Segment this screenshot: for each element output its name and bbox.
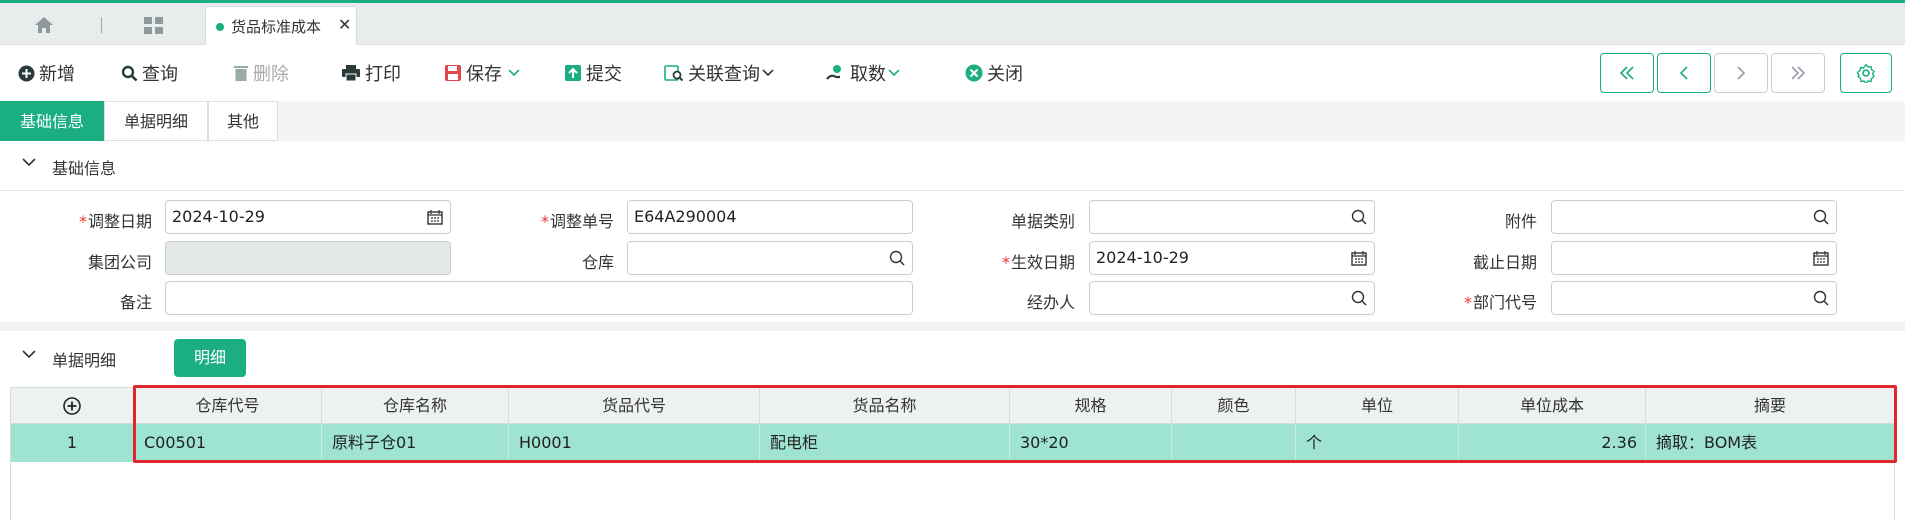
- plus-circle-icon: [18, 65, 35, 81]
- close-circle-icon: [965, 64, 983, 82]
- calendar-icon[interactable]: [427, 209, 443, 225]
- basic-info-form: *调整日期 2024-10-29 *调整单号 E64A290004 单据类别 附…: [0, 192, 1905, 322]
- close-button-label: 关闭: [987, 64, 1023, 85]
- add-button-label: 新增: [39, 64, 75, 85]
- tab-document-label: 货品标准成本: [231, 18, 322, 36]
- delete-button[interactable]: 删除: [233, 45, 289, 101]
- warehouse-field[interactable]: [627, 241, 913, 275]
- calendar-icon[interactable]: [1813, 250, 1829, 266]
- query-button-label: 查询: [142, 64, 178, 85]
- add-button[interactable]: 新增: [18, 45, 75, 101]
- doc-type-field[interactable]: [1089, 200, 1375, 234]
- calendar-icon[interactable]: [1351, 250, 1367, 266]
- chevron-down-icon: [508, 69, 520, 77]
- adjust-no-field[interactable]: E64A290004: [627, 200, 913, 234]
- detail-header[interactable]: 单据明细: [0, 333, 1905, 383]
- remark-field[interactable]: [165, 281, 913, 315]
- previous-record-button[interactable]: [1657, 53, 1711, 93]
- search-icon[interactable]: [1813, 209, 1829, 225]
- save-button-label: 保存: [466, 64, 502, 85]
- detail-title: 单据明细: [52, 351, 117, 370]
- effective-date-field[interactable]: 2024-10-29: [1089, 241, 1375, 275]
- related-query-button[interactable]: 关联查询: [664, 45, 778, 101]
- end-date-label: 截止日期: [1472, 253, 1537, 272]
- remark-label: 备注: [119, 293, 152, 312]
- row-number[interactable]: 1: [11, 424, 134, 462]
- settings-button[interactable]: [1840, 53, 1892, 93]
- attachment-field[interactable]: [1551, 200, 1837, 234]
- print-button-label: 打印: [365, 64, 401, 85]
- close-button[interactable]: 关闭: [965, 45, 1023, 101]
- tab-separator: [101, 17, 102, 33]
- adjust-date-label: *调整日期: [78, 212, 152, 231]
- section-divider: [0, 322, 1905, 331]
- print-button[interactable]: 打印: [341, 45, 401, 101]
- chevron-down-icon: [762, 69, 774, 77]
- active-dot-icon: [216, 23, 224, 31]
- add-row-header[interactable]: [11, 388, 134, 424]
- trash-icon: [234, 66, 248, 81]
- first-record-button[interactable]: [1600, 53, 1654, 93]
- delete-button-label: 删除: [253, 64, 289, 85]
- warehouse-label: 仓库: [581, 253, 614, 272]
- group-company-field: [165, 241, 451, 275]
- related-search-icon: [664, 65, 684, 82]
- fetch-button-label: 取数: [850, 64, 886, 85]
- window-tab-bar: 货品标准成本 ✕: [0, 3, 1905, 45]
- dept-code-label: *部门代号: [1463, 293, 1537, 312]
- adjust-date-field[interactable]: 2024-10-29: [165, 200, 451, 234]
- double-chevron-right-icon: [1791, 66, 1806, 80]
- printer-icon: [342, 65, 360, 82]
- grid-icon[interactable]: [143, 16, 165, 36]
- chevron-down-icon: [888, 69, 900, 77]
- tab-basic-info[interactable]: 基础信息: [0, 101, 104, 141]
- next-record-button[interactable]: [1714, 53, 1768, 93]
- detail-button[interactable]: 明细: [174, 339, 246, 377]
- tab-other[interactable]: 其他: [208, 101, 278, 141]
- upload-icon: [565, 65, 581, 81]
- attachment-label: 附件: [1504, 212, 1537, 231]
- search-icon[interactable]: [1351, 290, 1367, 306]
- double-chevron-left-icon: [1619, 66, 1634, 80]
- save-icon: [445, 65, 461, 81]
- search-icon[interactable]: [1351, 209, 1367, 225]
- search-icon[interactable]: [1813, 290, 1829, 306]
- save-button[interactable]: 保存: [444, 45, 524, 101]
- tab-document[interactable]: 货品标准成本 ✕: [205, 6, 357, 45]
- search-icon[interactable]: [889, 250, 905, 266]
- fetch-button[interactable]: 取数: [826, 45, 904, 101]
- add-circle-icon[interactable]: [63, 397, 81, 415]
- toolbar: 新增 查询 删除 打印 保存 提交 关联查询 取数 关闭: [0, 45, 1905, 101]
- submit-button-label: 提交: [586, 64, 622, 85]
- chevron-left-icon: [1679, 66, 1688, 80]
- related-query-button-label: 关联查询: [688, 64, 760, 85]
- effective-date-label: *生效日期: [1001, 253, 1075, 272]
- chevron-right-icon: [1737, 66, 1746, 80]
- doc-type-label: 单据类别: [1010, 212, 1075, 231]
- home-icon[interactable]: [34, 16, 54, 34]
- adjust-no-label: *调整单号: [540, 212, 614, 231]
- section-tabs: 基础信息 单据明细 其他: [0, 101, 1905, 141]
- close-icon[interactable]: ✕: [338, 15, 351, 34]
- end-date-field[interactable]: [1551, 241, 1837, 275]
- chevron-down-icon: [22, 350, 36, 359]
- handler-label: 经办人: [1026, 293, 1075, 312]
- highlight-box: [133, 385, 1897, 463]
- search-icon: [121, 65, 138, 81]
- last-record-button[interactable]: [1771, 53, 1825, 93]
- basic-info-title: 基础信息: [52, 159, 117, 178]
- hand-data-icon: [826, 65, 841, 80]
- submit-button[interactable]: 提交: [564, 45, 622, 101]
- tab-document-detail[interactable]: 单据明细: [104, 101, 208, 141]
- chevron-down-icon: [22, 158, 36, 167]
- basic-info-header[interactable]: 基础信息: [0, 141, 1905, 191]
- query-button[interactable]: 查询: [121, 45, 178, 101]
- handler-field[interactable]: [1089, 281, 1375, 315]
- dept-code-field[interactable]: [1551, 281, 1837, 315]
- gear-icon: [1856, 63, 1875, 83]
- group-company-label: 集团公司: [87, 253, 152, 272]
